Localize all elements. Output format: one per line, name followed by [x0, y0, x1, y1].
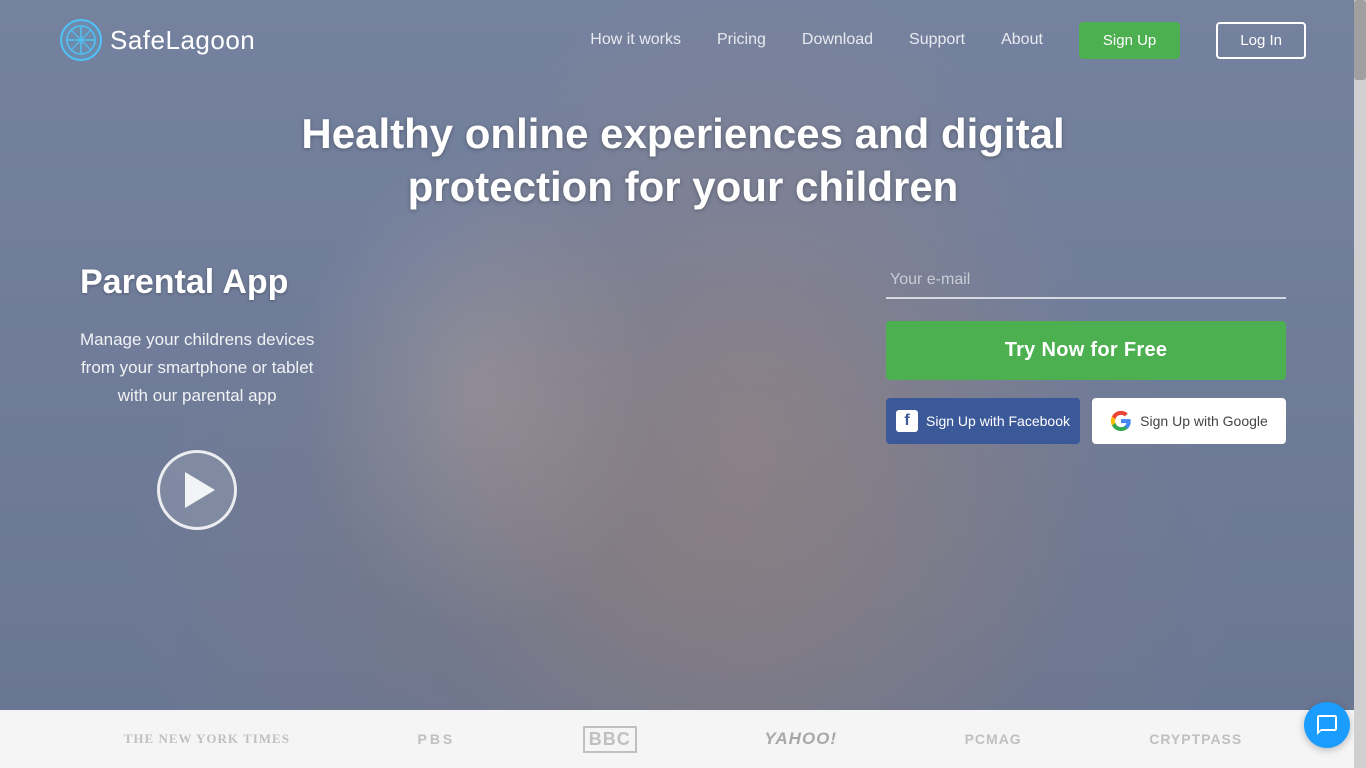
press-logo-pbs: PBS [417, 731, 455, 747]
chat-icon [1315, 713, 1339, 737]
nav-support[interactable]: Support [909, 31, 965, 49]
logo-text: SafeLagoon [110, 25, 255, 56]
press-logo-cryptpass: CryptPass [1149, 731, 1242, 747]
parental-description: Manage your childrens devicesfrom your s… [80, 326, 314, 410]
try-free-button[interactable]: Try Now for Free [886, 321, 1286, 380]
nav-download[interactable]: Download [802, 31, 873, 49]
press-logo-nyt: The New York Times [124, 731, 290, 747]
logo-icon [60, 19, 102, 61]
hero-left-column: Parental App Manage your childrens devic… [80, 263, 314, 530]
google-button-label: Sign Up with Google [1140, 413, 1268, 429]
logo[interactable]: SafeLagoon [60, 19, 255, 61]
facebook-signup-button[interactable]: f Sign Up with Facebook [886, 398, 1080, 444]
parental-app-title: Parental App [80, 263, 288, 302]
google-signup-button[interactable]: Sign Up with Google [1092, 398, 1286, 444]
nav-about[interactable]: About [1001, 31, 1043, 49]
hero-content: Healthy online experiences and digital p… [0, 80, 1366, 530]
hero-form: Try Now for Free f Sign Up with Facebook [886, 263, 1286, 444]
login-button[interactable]: Log In [1216, 22, 1306, 59]
press-logos-bar: The New York Times PBS BBC Yahoo! PCMag … [0, 710, 1366, 768]
facebook-icon: f [896, 410, 918, 432]
hero-section: SafeLagoon How it works Pricing Download… [0, 0, 1366, 710]
nav-links: How it works Pricing Download Support Ab… [590, 22, 1306, 59]
hero-headline: Healthy online experiences and digital p… [233, 108, 1133, 213]
play-button[interactable] [157, 450, 237, 530]
chat-widget[interactable] [1304, 702, 1350, 748]
email-input[interactable] [886, 263, 1286, 299]
facebook-button-label: Sign Up with Facebook [926, 413, 1070, 429]
navbar: SafeLagoon How it works Pricing Download… [0, 0, 1366, 80]
scrollbar[interactable] [1354, 0, 1366, 768]
nav-how-it-works[interactable]: How it works [590, 31, 681, 49]
press-logo-pcmag: PCMag [965, 731, 1022, 747]
google-icon [1110, 410, 1132, 432]
hero-columns: Parental App Manage your childrens devic… [0, 263, 1366, 530]
social-buttons: f Sign Up with Facebook Sign Up with Goo… [886, 398, 1286, 444]
scrollbar-thumb[interactable] [1354, 0, 1366, 80]
press-logo-yahoo: Yahoo! [764, 729, 837, 749]
nav-pricing[interactable]: Pricing [717, 31, 766, 49]
press-logo-bbc: BBC [583, 726, 637, 753]
signup-button[interactable]: Sign Up [1079, 22, 1180, 59]
play-icon [185, 472, 215, 508]
